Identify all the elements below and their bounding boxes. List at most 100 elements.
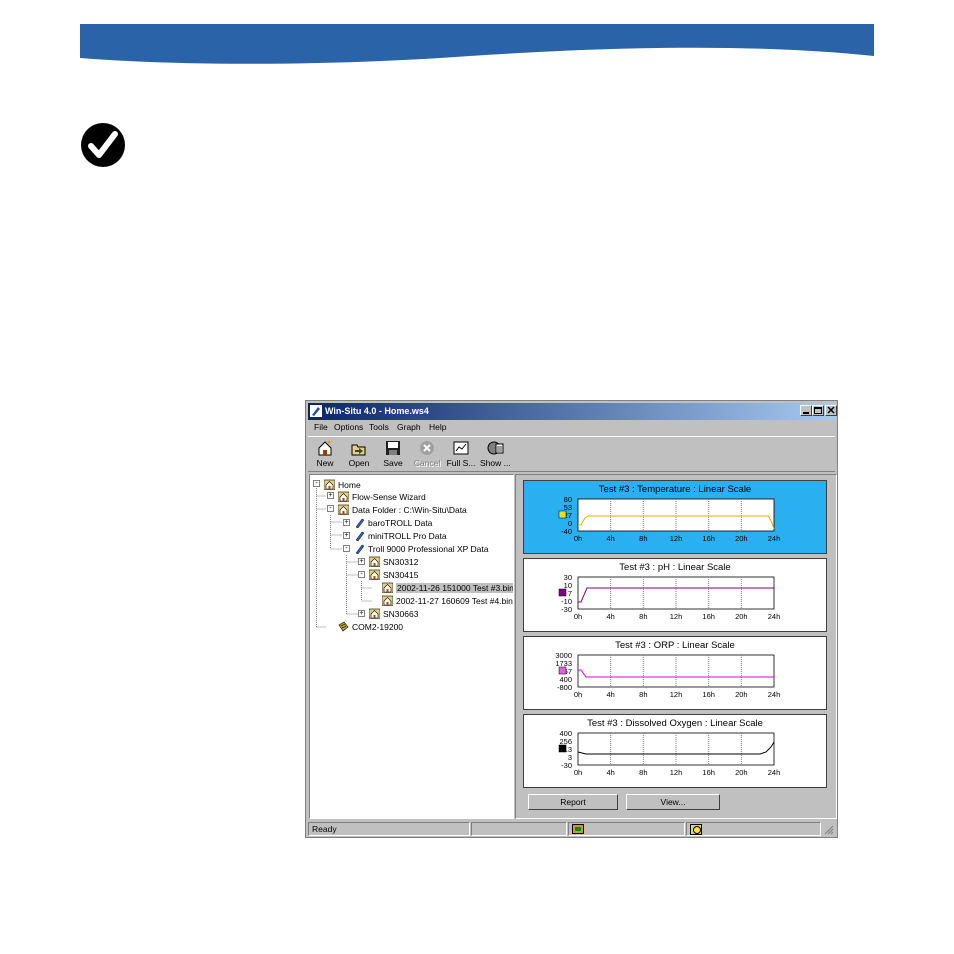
x-tick-label: 4h	[606, 768, 614, 777]
wizard-icon	[338, 491, 349, 503]
tree-node-sn30415[interactable]: SN30415	[369, 568, 418, 581]
data-file-icon	[382, 582, 393, 594]
data-folder-icon	[338, 504, 349, 516]
connection-icon	[572, 824, 584, 834]
tree-node-label: miniTROLL Pro Data	[368, 530, 447, 541]
x-tick-label: 12h	[670, 690, 683, 699]
status-panel	[471, 822, 567, 836]
tree-expander[interactable]: -	[327, 505, 334, 512]
legend-marker	[558, 744, 567, 753]
tree-expander[interactable]: +	[343, 519, 350, 526]
status-text: Ready	[308, 822, 470, 836]
x-tick-label: 24h	[768, 768, 781, 777]
new-label: New	[316, 458, 334, 468]
window-title: Win-Situ 4.0 - Home.ws4	[325, 406, 429, 416]
clock-icon	[690, 824, 702, 835]
x-tick-label: 20h	[735, 534, 748, 543]
tree-node-sn30663[interactable]: SN30663	[369, 607, 419, 620]
x-tick-label: 16h	[702, 690, 715, 699]
resize-grip-icon[interactable]	[824, 825, 834, 835]
tree-node-label: SN30663	[383, 608, 419, 619]
tree-node-home[interactable]: Home	[324, 478, 361, 491]
x-tick-label: 0h	[574, 690, 582, 699]
new-button[interactable]: New	[310, 439, 340, 469]
x-tick-label: 16h	[702, 768, 715, 777]
tree-expander[interactable]: +	[327, 492, 334, 499]
minimize-button[interactable]	[800, 405, 812, 416]
x-tick-label: 0h	[574, 612, 582, 621]
probe-icon	[355, 518, 365, 529]
x-tick-label: 20h	[735, 612, 748, 621]
tree-node-label: Home	[338, 479, 361, 490]
serial-folder-icon	[369, 556, 380, 568]
tree-node-label: Flow-Sense Wizard	[352, 491, 426, 502]
tree-node-sn30312[interactable]: SN30312	[369, 555, 419, 568]
open-icon	[351, 444, 366, 456]
graph-title: Test #3 : Temperature : Linear Scale	[598, 484, 752, 495]
tree-expander[interactable]: +	[358, 610, 365, 617]
menu-tools[interactable]: Tools	[369, 422, 389, 433]
legend-marker	[558, 588, 567, 597]
report-button[interactable]: Report	[528, 794, 618, 810]
com-port-icon	[338, 621, 349, 632]
status-bar: Ready	[308, 822, 835, 836]
save-button[interactable]: Save	[378, 439, 408, 469]
graph-panel-temperature[interactable]: 0h 4h 8h 12h 16h 20h 24h 80 53 27 0 -40 Test #3 : Te…	[523, 480, 827, 554]
x-tick-label: 24h	[768, 690, 781, 699]
tree-node-troll-9000[interactable]: Troll 9000 Professional XP Data	[354, 542, 488, 555]
full-screen-button[interactable]: Full S...	[446, 439, 476, 469]
graph-panel-dissolved-oxygen[interactable]: 0h4h8h12h16h20h24h4002561133-30Test #3 :…	[523, 714, 827, 788]
cancel-button[interactable]: Cancel	[412, 439, 442, 469]
show-button[interactable]: Show ...	[480, 439, 511, 469]
menu-help[interactable]: Help	[429, 422, 446, 433]
close-button[interactable]	[825, 405, 837, 416]
probe-icon	[355, 531, 365, 542]
tree-node-data-folder[interactable]: Data Folder : C:\Win-Situ\Data	[338, 503, 467, 516]
x-tick-label: 4h	[606, 534, 614, 543]
toolbar: New Open Save Cancel Full S... Show ...	[308, 436, 835, 472]
x-tick-label: 20h	[735, 690, 748, 699]
maximize-icon	[814, 407, 822, 414]
close-icon	[827, 406, 835, 414]
x-tick-label: 0h	[574, 534, 582, 543]
graph-panel-orp[interactable]: 0h4h8h12h16h20h24h30001733467400-800Test…	[523, 636, 827, 710]
graph-title: Test #3 : Dissolved Oxygen : Linear Scal…	[587, 718, 763, 729]
app-icon	[310, 405, 322, 417]
tree-expander[interactable]: +	[358, 558, 365, 565]
tree-expander[interactable]: -	[358, 571, 365, 578]
tree-node-test4-file[interactable]: 2002-11-27 160609 Test #4.bin	[382, 594, 513, 607]
menu-options[interactable]: Options	[334, 422, 363, 433]
open-label: Open	[348, 458, 370, 468]
tree-expander[interactable]: +	[343, 532, 350, 539]
tree-node-test3-file[interactable]: 2002-11-26 151000 Test #3.bin	[382, 581, 514, 594]
view-button[interactable]: View...	[626, 794, 720, 810]
graph-panel-ph[interactable]: 0h 4h 8h 12h 16h 20h 24h 30 10 7 -10 -30 Test #3 : p…	[523, 558, 827, 632]
cancel-icon	[420, 441, 434, 455]
home-folder-icon	[324, 479, 335, 491]
status-panel-timer	[686, 822, 821, 836]
maximize-button[interactable]	[812, 405, 824, 416]
tree-node-label: COM2-19200	[352, 621, 404, 632]
open-button[interactable]: Open	[344, 439, 374, 469]
x-tick-label: 20h	[735, 768, 748, 777]
menu-graph[interactable]: Graph	[397, 422, 421, 433]
tree-node-minitroll[interactable]: miniTROLL Pro Data	[354, 529, 447, 542]
tree-node-flow-sense-wizard[interactable]: Flow-Sense Wizard	[338, 490, 426, 503]
x-tick-label: 8h	[639, 690, 647, 699]
x-tick-label: 4h	[606, 612, 614, 621]
tree-node-com2[interactable]: COM2-19200	[338, 620, 403, 632]
tree-node-barotroll[interactable]: baroTROLL Data	[354, 516, 432, 529]
show-icon	[487, 441, 504, 455]
tree-node-label: 2002-11-26 151000 Test #3.bin	[396, 582, 514, 593]
graph-title: Test #3 : ORP : Linear Scale	[615, 640, 735, 651]
serial-folder-icon	[369, 569, 380, 581]
tree-expander[interactable]: -	[343, 545, 350, 552]
title-bar[interactable]: Win-Situ 4.0 - Home.ws4	[308, 403, 837, 420]
tree-pane[interactable]: - Home + Flow-Sense Wizard - Data Folder…	[309, 474, 514, 819]
graph-title: Test #3 : pH : Linear Scale	[619, 562, 731, 573]
tree-expander[interactable]: -	[313, 480, 320, 487]
tree-node-label: SN30312	[383, 556, 419, 567]
y-tick-label: -40	[561, 527, 572, 536]
menu-file[interactable]: File	[314, 422, 328, 433]
x-tick-label: 12h	[670, 534, 683, 543]
